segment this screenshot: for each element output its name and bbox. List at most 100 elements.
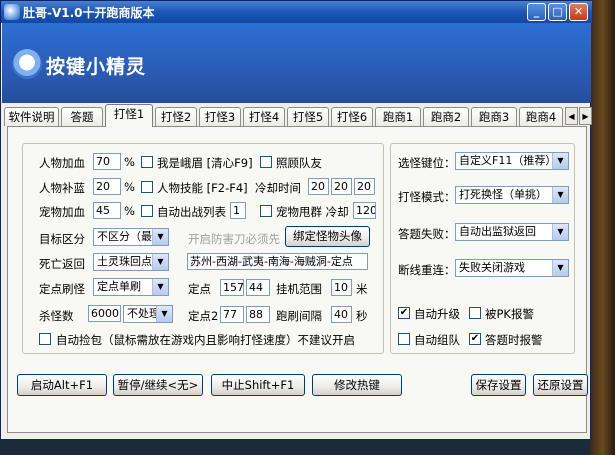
skill-checkbox[interactable] — [141, 181, 153, 193]
save-settings-button[interactable]: 保存设置 — [471, 374, 526, 396]
quiz-alert-label: 答题时报警 — [485, 333, 543, 347]
tab-fight-1[interactable]: 打怪1 — [105, 104, 153, 127]
refresh-interval-label: 跑刷间隔 — [276, 309, 322, 323]
quiz-fail-select-value: 自动出监狱返回 — [459, 225, 536, 238]
point-x-input[interactable]: 157 — [220, 279, 244, 296]
tab-panel: 人物加血 70 % 我是峨眉 [清心F9] 照顾队友 人物补蓝 20 % 人物技… — [7, 126, 588, 433]
tab-fight-3[interactable]: 打怪3 — [199, 107, 241, 126]
hp-input[interactable]: 70 — [93, 153, 121, 170]
route-input[interactable]: 苏州-西湖-武夷-南海-海贼洞-定点 — [187, 253, 368, 270]
death-label: 死亡返回 — [39, 257, 85, 271]
hp-unit: % — [124, 155, 135, 169]
anti-knife-label: 开启防害刀必须先 — [188, 232, 280, 246]
death-select-value: 土灵珠回点 — [97, 255, 152, 268]
skill-label: 人物技能 [F2-F4] — [157, 181, 248, 195]
cooldown-input-1[interactable]: 20 — [308, 178, 329, 195]
point2-x-input[interactable]: 77 — [220, 306, 244, 323]
key-select[interactable]: 自定义F11（推荐） ▼ — [455, 152, 569, 170]
mp-label: 人物补蓝 — [39, 181, 85, 195]
quiz-fail-select[interactable]: 自动出监狱返回 ▼ — [455, 223, 569, 241]
cooldown-input-2[interactable]: 20 — [331, 178, 352, 195]
chevron-down-icon: ▼ — [552, 260, 568, 276]
tab-scroll-left-button[interactable]: ◀ — [565, 107, 578, 125]
tab-fight-4[interactable]: 打怪4 — [243, 107, 285, 126]
maximize-button[interactable]: □ — [548, 3, 567, 21]
kill-action-select[interactable]: 不处理 ▼ — [123, 305, 173, 323]
brand-logo-icon — [12, 49, 42, 79]
auto-team-label: 自动组队 — [414, 333, 460, 347]
tab-trade-3[interactable]: 跑商3 — [471, 107, 517, 126]
emei-label: 我是峨眉 [清心F9] — [157, 156, 253, 170]
follow-checkbox[interactable] — [260, 156, 272, 168]
mp-input[interactable]: 20 — [93, 178, 121, 195]
target-select[interactable]: 不区分（最快 ▼ — [93, 228, 169, 246]
pet-hp-unit: % — [124, 204, 135, 218]
mode-label: 打怪模式： — [398, 190, 456, 204]
range-input[interactable]: 10 — [331, 279, 352, 296]
title-bar[interactable]: 肚哥-V1.0十开跑商版本 _ □ ✕ — [1, 1, 592, 23]
start-button[interactable]: 启动Alt+F1 — [17, 374, 107, 396]
point2-label: 定点2 — [188, 309, 219, 323]
cooldown-input-3[interactable]: 20 — [354, 178, 375, 195]
death-select[interactable]: 土灵珠回点 ▼ — [93, 253, 169, 271]
tab-trade-1[interactable]: 跑商1 — [375, 107, 421, 126]
app-window: 肚哥-V1.0十开跑商版本 _ □ ✕ 按键小精灵 软件说明 答题 打怪1 打怪… — [0, 0, 592, 440]
emei-checkbox[interactable] — [141, 156, 153, 168]
point-y-input[interactable]: 44 — [246, 279, 270, 296]
hp-label: 人物加血 — [39, 156, 85, 170]
pk-alert-checkbox[interactable] — [469, 307, 481, 319]
tab-fight-2[interactable]: 打怪2 — [155, 107, 197, 126]
tab-quiz[interactable]: 答题 — [61, 107, 103, 126]
tab-scroll-right-button[interactable]: ▶ — [579, 107, 592, 125]
tab-fight-5[interactable]: 打怪5 — [287, 107, 329, 126]
mp-unit: % — [124, 180, 135, 194]
stop-button[interactable]: 中止Shift+F1 — [211, 374, 305, 396]
range-unit: 米 — [356, 282, 368, 296]
kill-count-input[interactable]: 6000 — [88, 305, 121, 322]
reconnect-select[interactable]: 失败关闭游戏 ▼ — [455, 259, 569, 277]
mode-select[interactable]: 打死换怪（单挑） ▼ — [455, 186, 569, 204]
pet-swing-checkbox[interactable] — [260, 205, 272, 217]
game-background-edge — [590, 0, 615, 455]
tab-trade-4[interactable]: 跑商4 — [519, 107, 563, 126]
bind-avatar-button[interactable]: 绑定怪物头像 — [285, 226, 370, 247]
brand-banner: 按键小精灵 — [2, 23, 591, 103]
minimize-button[interactable]: _ — [527, 3, 546, 21]
chevron-down-icon: ▼ — [152, 279, 168, 295]
quiz-alert-checkbox[interactable]: ✔ — [469, 333, 481, 345]
auto-level-checkbox[interactable]: ✔ — [398, 307, 410, 319]
chevron-down-icon: ▼ — [552, 224, 568, 240]
right-settings-group — [390, 143, 575, 354]
tab-trade-2[interactable]: 跑商2 — [423, 107, 469, 126]
battle-list-input[interactable]: 1 — [230, 202, 246, 219]
edit-hotkey-button[interactable]: 修改热键 — [312, 374, 402, 396]
refresh-interval-unit: 秒 — [356, 309, 368, 323]
pet-hp-input[interactable]: 45 — [93, 202, 121, 219]
range-label: 挂机范围 — [276, 282, 322, 296]
pet-swing-label: 宠物甩群 冷却 — [276, 205, 349, 219]
tab-software-guide[interactable]: 软件说明 — [4, 107, 59, 126]
target-label: 目标区分 — [39, 232, 85, 246]
restore-settings-button[interactable]: 还原设置 — [533, 374, 588, 396]
chevron-down-icon: ▼ — [156, 306, 172, 322]
reconnect-label: 断线重连： — [398, 263, 456, 277]
auto-level-label: 自动升级 — [414, 307, 460, 321]
chevron-down-icon: ▼ — [552, 153, 568, 169]
quiz-fail-label: 答题失败： — [398, 227, 456, 241]
battle-list-checkbox[interactable] — [141, 205, 153, 217]
refresh-interval-input[interactable]: 40 — [331, 306, 352, 323]
pet-swing-input[interactable]: 120 — [353, 202, 376, 219]
auto-pickup-checkbox[interactable] — [39, 333, 51, 345]
auto-pickup-label: 自动捡包（鼠标需放在游戏内且影响打怪速度）不建议开启 — [56, 333, 355, 347]
tab-fight-6[interactable]: 打怪6 — [331, 107, 373, 126]
auto-team-checkbox[interactable] — [398, 333, 410, 345]
pause-resume-button[interactable]: 暂停/继续<无> — [113, 374, 203, 396]
pet-hp-label: 宠物加血 — [39, 205, 85, 219]
key-select-value: 自定义F11（推荐） — [459, 154, 557, 167]
point-label: 定点 — [188, 282, 211, 296]
point2-y-input[interactable]: 88 — [246, 306, 270, 323]
reconnect-select-value: 失败关闭游戏 — [459, 261, 525, 274]
app-icon — [4, 4, 20, 20]
fixed-point-select[interactable]: 定点单刷 ▼ — [93, 278, 169, 296]
close-button[interactable]: ✕ — [569, 3, 588, 21]
